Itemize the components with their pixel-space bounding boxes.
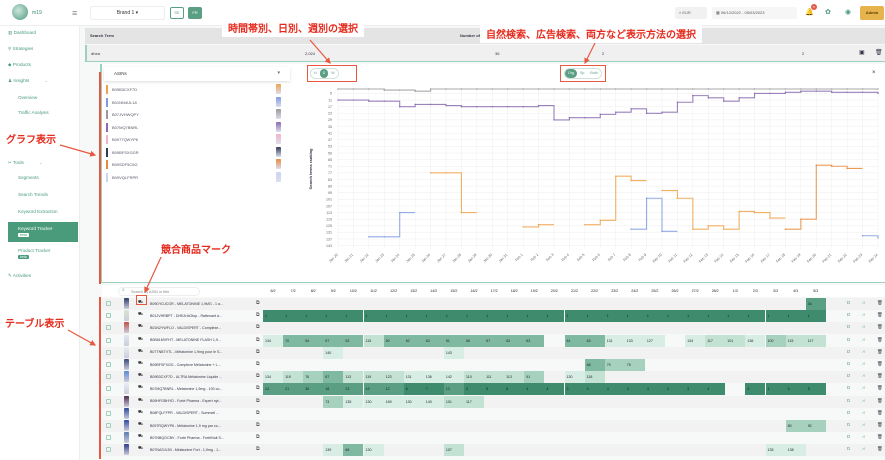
annotation-competitor-label: 競合商品マーク: [158, 240, 234, 257]
annotation-time-label: 時間帯別、日別、週別の選択: [222, 18, 364, 37]
annotation-arrows: [0, 0, 885, 460]
annotation-mode-label: 自然検索、広告検索、両方など表示方法の選択: [480, 24, 702, 43]
annotation-graph-label: グラフ表示: [3, 130, 59, 147]
annotation-table-label: テーブル表示: [2, 314, 67, 331]
